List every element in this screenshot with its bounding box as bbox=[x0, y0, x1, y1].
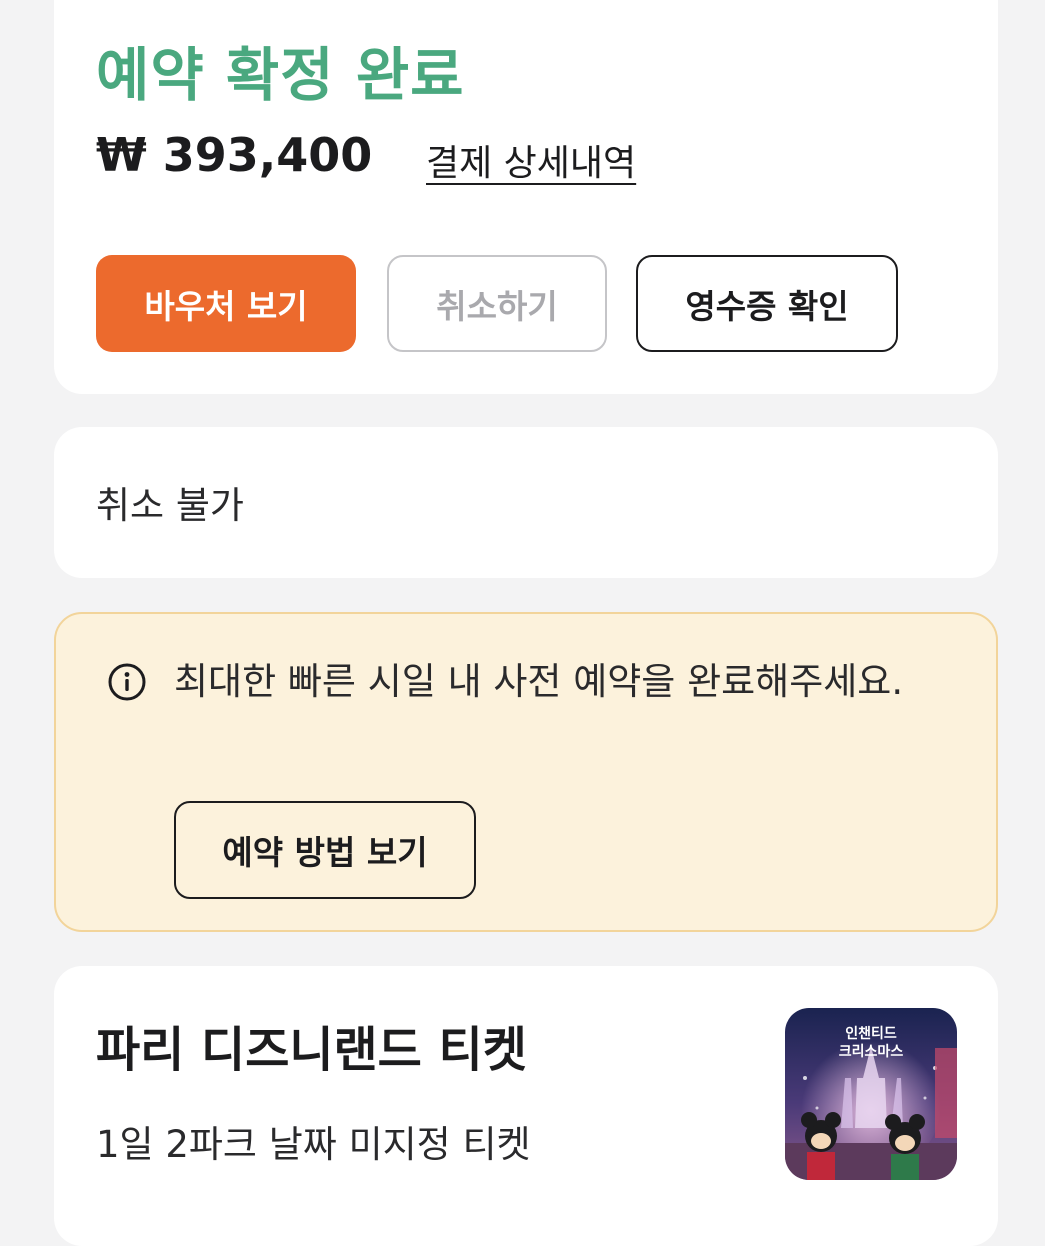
payment-detail-link[interactable]: 결제 상세내역 bbox=[426, 134, 636, 186]
cancel-booking-button[interactable]: 취소하기 bbox=[387, 255, 607, 352]
reservation-notice-card: 최대한 빠른 시일 내 사전 예약을 완료해주세요. 예약 방법 보기 bbox=[54, 612, 998, 932]
how-to-reserve-button[interactable]: 예약 방법 보기 bbox=[174, 801, 476, 899]
product-subtitle: 1일 2파크 날짜 미지정 티켓 bbox=[96, 1123, 531, 1166]
notice-message: 최대한 빠른 시일 내 사전 예약을 완료해주세요. bbox=[174, 660, 904, 703]
cancellation-policy-text: 취소 불가 bbox=[96, 484, 244, 527]
product-title: 파리 디즈니랜드 티켓 bbox=[96, 1022, 527, 1078]
product-card[interactable]: 파리 디즈니랜드 티켓 1일 2파크 날짜 미지정 티켓 인챈티드 크리스마스 bbox=[54, 966, 998, 1246]
booking-status-card: 예약 확정 완료 ₩ 393,400 결제 상세내역 바우처 보기 취소하기 영… bbox=[54, 0, 998, 394]
info-icon bbox=[108, 663, 146, 701]
thumbnail-caption-line2: 크리스마스 bbox=[839, 1044, 904, 1060]
thumbnail-caption-line1: 인챈티드 bbox=[845, 1025, 897, 1042]
booking-status-title: 예약 확정 완료 bbox=[96, 41, 465, 109]
product-thumbnail[interactable]: 인챈티드 크리스마스 bbox=[785, 1008, 957, 1180]
cancellation-policy-card: 취소 불가 bbox=[54, 427, 998, 578]
total-price: ₩ 393,400 bbox=[96, 128, 373, 182]
view-voucher-button[interactable]: 바우처 보기 bbox=[96, 255, 356, 352]
view-receipt-button[interactable]: 영수증 확인 bbox=[636, 255, 898, 352]
product-thumbnail-image: 인챈티드 크리스마스 bbox=[785, 1008, 957, 1180]
